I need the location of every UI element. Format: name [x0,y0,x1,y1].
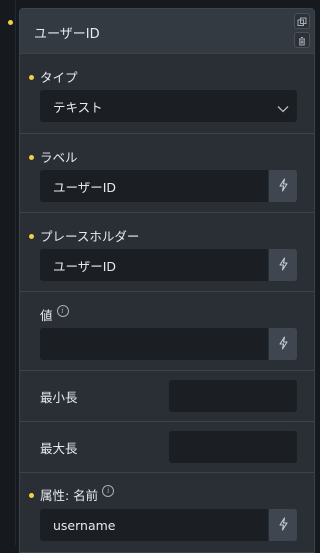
label-dynamic-button[interactable] [269,170,297,202]
type-select-value: テキスト [53,99,103,115]
max-length-section: 最大長 [20,422,314,473]
label-input[interactable]: ユーザーID [40,170,268,202]
type-select[interactable]: テキスト [40,90,297,122]
delete-button[interactable] [294,32,310,48]
info-icon[interactable]: i [56,304,69,317]
placeholder-dynamic-button[interactable] [269,249,297,281]
required-dot [29,234,34,239]
panel-title: ユーザーID [34,27,100,42]
label-field-label: ラベル [40,150,78,165]
gutter-line [15,0,16,545]
value-label: 値 i [40,304,69,324]
value-section: 値 i [20,292,314,371]
max-length-label: 最大長 [40,441,78,456]
gutter-indicator-dot [8,20,13,25]
info-icon[interactable]: i [102,484,115,497]
duplicate-button[interactable] [294,13,310,29]
attr-name-input[interactable]: username [40,509,268,541]
type-section: タイプ テキスト [20,54,314,134]
min-length-input[interactable] [169,380,297,412]
lightning-icon [278,335,289,354]
trash-icon [297,31,307,50]
lightning-icon [278,177,289,196]
min-length-label: 最小長 [40,390,78,405]
label-section: ラベル ユーザーID [20,134,314,213]
chevron-down-icon [277,101,289,116]
required-dot [29,155,34,160]
required-dot [29,493,34,498]
attr-name-label: 属性: 名前 i [40,484,115,504]
min-length-section: 最小長 [20,371,314,422]
value-dynamic-button[interactable] [269,328,297,360]
attr-name-dynamic-button[interactable] [269,509,297,541]
placeholder-section: プレースホルダー ユーザーID [20,213,314,292]
panel-header: ユーザーID [20,9,314,54]
properties-panel: ユーザーID タイプ テキスト ラベル ユーザーID プレースホルダー ユーザー… [19,8,315,553]
required-dot [29,75,34,80]
attr-name-section: 属性: 名前 i username [20,473,314,553]
header-actions [294,13,310,48]
lightning-icon [278,516,289,535]
placeholder-input[interactable]: ユーザーID [40,249,268,281]
max-length-input[interactable] [169,431,297,463]
copy-icon [297,12,307,31]
placeholder-label: プレースホルダー [40,229,140,244]
type-label: タイプ [40,70,78,85]
lightning-icon [278,256,289,275]
value-input[interactable] [40,328,268,360]
